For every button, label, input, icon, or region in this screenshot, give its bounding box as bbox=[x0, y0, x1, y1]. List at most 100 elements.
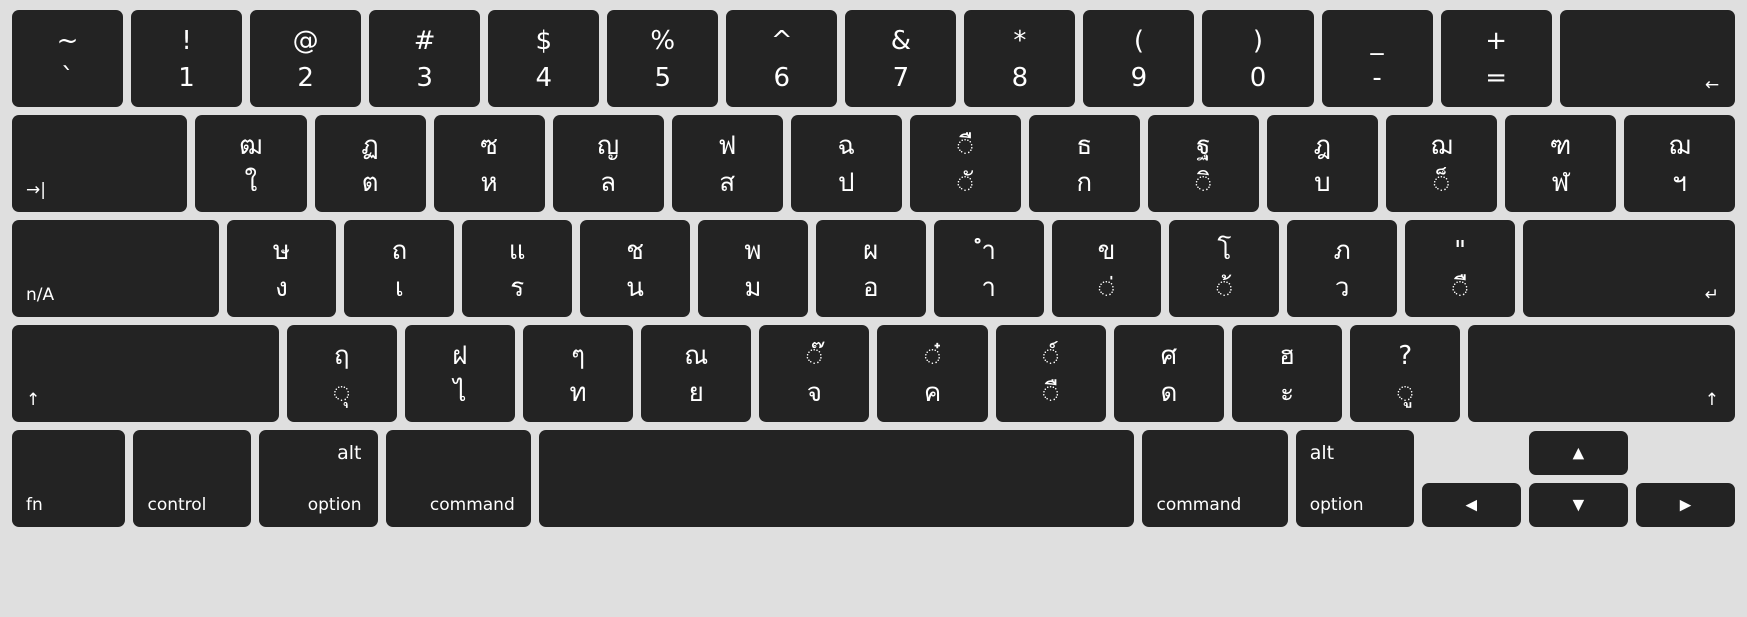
key-comma[interactable]: ศ ด bbox=[1113, 325, 1224, 422]
key-l[interactable]: โ ◌้ bbox=[1169, 220, 1280, 317]
key-7[interactable]: & 7 bbox=[845, 10, 957, 107]
key-9-top-label: ( bbox=[1133, 26, 1145, 56]
key-1[interactable]: ! 1 bbox=[131, 10, 243, 107]
key-i[interactable]: ธ ก bbox=[1028, 115, 1140, 212]
key-fn[interactable]: fn bbox=[12, 430, 126, 527]
key-i-top-label: ธ bbox=[1076, 131, 1093, 161]
key-slash[interactable]: ? ◌ู bbox=[1350, 325, 1461, 422]
key-m-top-label: ◌์ bbox=[1042, 341, 1059, 371]
key-d[interactable]: แ ร bbox=[462, 220, 573, 317]
key-minus[interactable]: _ - bbox=[1321, 10, 1433, 107]
key-i-bottom-label: ก bbox=[1076, 168, 1093, 198]
key-s[interactable]: ถ เ bbox=[344, 220, 455, 317]
key-h-top-label: ผ bbox=[863, 236, 879, 266]
key-backquote[interactable]: ~ ` bbox=[12, 10, 124, 107]
key-bracketright-top-label: ฑ bbox=[1549, 131, 1572, 161]
key-backslash-bottom-label: ฯ bbox=[1672, 168, 1687, 198]
key-semicolon-top-label: ภ bbox=[1333, 236, 1351, 266]
key-k[interactable]: ข ◌่ bbox=[1051, 220, 1162, 317]
key-space[interactable] bbox=[538, 430, 1135, 527]
key-backslash[interactable]: ฌ ฯ bbox=[1624, 115, 1736, 212]
key-shift-right[interactable]: ↑ bbox=[1468, 325, 1735, 422]
key-r-bottom-label: ล bbox=[600, 168, 617, 198]
key-q-bottom-label: ใ bbox=[244, 168, 258, 198]
key-z[interactable]: ฤ ◌ุ bbox=[286, 325, 397, 422]
key-arrow-right[interactable]: ▶ bbox=[1635, 483, 1736, 527]
key-f[interactable]: ช น bbox=[580, 220, 690, 317]
key-period-top-label: ฮ bbox=[1279, 341, 1296, 371]
arrow-right-icon: ▶ bbox=[1679, 495, 1692, 514]
key-n-bottom-label: ค bbox=[923, 378, 942, 408]
key-b[interactable]: ◌๊ จ bbox=[759, 325, 870, 422]
key-u[interactable]: ◌ื ◌ั bbox=[909, 115, 1021, 212]
key-period[interactable]: ฮ ะ bbox=[1232, 325, 1343, 422]
key-o[interactable]: ฐ ◌ิ bbox=[1147, 115, 1259, 212]
key-h[interactable]: ผ อ bbox=[815, 220, 926, 317]
key-8[interactable]: * 8 bbox=[964, 10, 1076, 107]
key-n[interactable]: ◌๋ ค bbox=[877, 325, 988, 422]
key-7-top-label: & bbox=[890, 26, 911, 56]
key-return[interactable]: ↵ bbox=[1522, 220, 1736, 317]
key-control[interactable]: control bbox=[133, 430, 252, 527]
key-equal-top-label: + bbox=[1485, 26, 1507, 56]
key-slash-top-label: ? bbox=[1398, 341, 1413, 371]
key-3[interactable]: # 3 bbox=[369, 10, 481, 107]
key-j[interactable]: ำ า bbox=[933, 220, 1044, 317]
key-comma-top-label: ศ bbox=[1160, 341, 1178, 371]
key-p[interactable]: ฎ บ bbox=[1266, 115, 1378, 212]
key-q[interactable]: ฒ ใ bbox=[195, 115, 307, 212]
key-backquote-top-label: ~ bbox=[56, 26, 79, 56]
key-command-right[interactable]: command bbox=[1142, 430, 1288, 527]
key-6[interactable]: ^ 6 bbox=[726, 10, 838, 107]
key-y[interactable]: ฉ ป bbox=[790, 115, 902, 212]
key-6-bottom-label: 6 bbox=[773, 63, 791, 93]
key-s-bottom-label: เ bbox=[394, 273, 404, 303]
key-r[interactable]: ญ ล bbox=[552, 115, 664, 212]
key-9[interactable]: ( 9 bbox=[1083, 10, 1195, 107]
key-a[interactable]: ษ ง bbox=[226, 220, 337, 317]
key-capslock[interactable]: n/A bbox=[12, 220, 219, 317]
key-arrow-left[interactable]: ◀ bbox=[1421, 483, 1521, 527]
key-0[interactable]: ) 0 bbox=[1202, 10, 1314, 107]
key-m[interactable]: ◌์ ◌ื bbox=[995, 325, 1106, 422]
key-option-left-label: option bbox=[307, 495, 362, 515]
key-y-bottom-label: ป bbox=[837, 168, 855, 198]
key-equal[interactable]: + = bbox=[1440, 10, 1552, 107]
key-e[interactable]: ซ ห bbox=[433, 115, 545, 212]
key-bracketleft[interactable]: ฌ ◌็ bbox=[1385, 115, 1497, 212]
key-n-top-label: ◌๋ bbox=[924, 341, 941, 371]
key-8-bottom-label: 8 bbox=[1011, 63, 1029, 93]
key-option-left[interactable]: alt option bbox=[259, 430, 378, 527]
key-bracketright[interactable]: ฑ ฬ bbox=[1504, 115, 1617, 212]
key-command-left[interactable]: command bbox=[385, 430, 531, 527]
key-9-bottom-label: 9 bbox=[1130, 63, 1148, 93]
key-option-right[interactable]: alt option bbox=[1295, 430, 1414, 527]
key-option-right-label: option bbox=[1309, 495, 1364, 515]
key-g-top-label: พ bbox=[744, 236, 762, 266]
key-arrow-down[interactable]: ▼ bbox=[1528, 483, 1628, 527]
key-w[interactable]: ฏ ต bbox=[314, 115, 426, 212]
key-u-top-label: ◌ื bbox=[957, 131, 974, 161]
key-0-top-label: ) bbox=[1252, 26, 1264, 56]
key-quote[interactable]: " ◌ื bbox=[1405, 220, 1515, 317]
key-equal-bottom-label: = bbox=[1485, 63, 1507, 93]
key-delete[interactable]: ← bbox=[1559, 10, 1736, 107]
key-2[interactable]: @ 2 bbox=[250, 10, 362, 107]
key-bracketright-bottom-label: ฬ bbox=[1551, 168, 1570, 198]
key-x[interactable]: ฝ ไ bbox=[404, 325, 515, 422]
key-5[interactable]: % 5 bbox=[607, 10, 719, 107]
key-c[interactable]: ๆ ท bbox=[522, 325, 634, 422]
key-shift-left[interactable]: ↑ bbox=[12, 325, 279, 422]
key-tab[interactable]: →| bbox=[12, 115, 188, 212]
key-1-bottom-label: 1 bbox=[178, 63, 195, 93]
key-t[interactable]: ฟ ส bbox=[671, 115, 783, 212]
key-semicolon[interactable]: ภ ว bbox=[1287, 220, 1398, 317]
return-arrow-icon: ↵ bbox=[1704, 285, 1720, 305]
key-command-left-label: command bbox=[429, 495, 515, 515]
key-g[interactable]: พ ม bbox=[697, 220, 808, 317]
key-v-bottom-label: ย bbox=[688, 378, 704, 408]
key-v[interactable]: ณ ย bbox=[641, 325, 752, 422]
key-s-top-label: ถ bbox=[391, 236, 408, 266]
key-arrow-up[interactable]: ▲ bbox=[1528, 431, 1628, 475]
key-4[interactable]: $ 4 bbox=[488, 10, 600, 107]
